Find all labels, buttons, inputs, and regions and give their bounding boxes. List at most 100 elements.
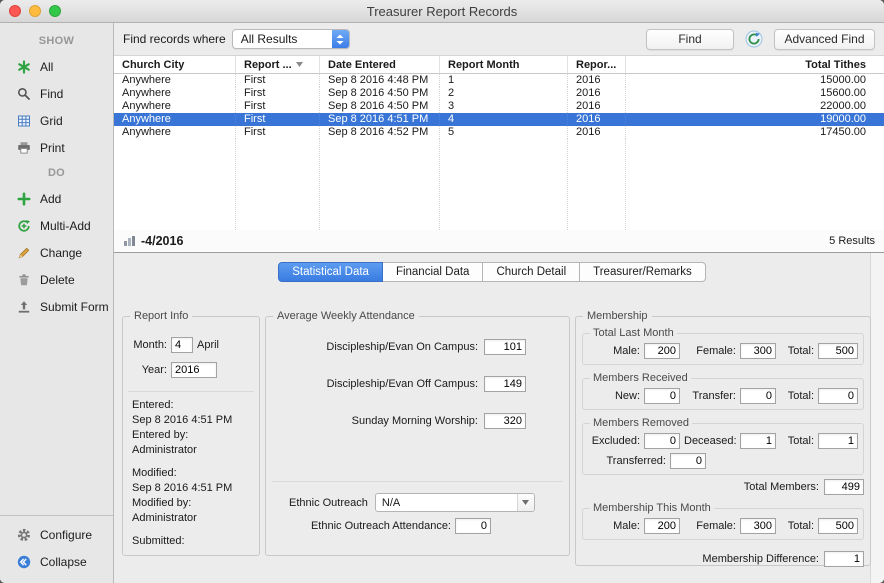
- new-label: New:: [588, 390, 640, 402]
- membership-legend: Membership: [583, 310, 652, 322]
- total-members-label: Total Members:: [744, 481, 819, 493]
- table-row[interactable]: Anywhere First Sep 8 2016 4:48 PM 1 2016…: [114, 74, 884, 87]
- refresh-icon[interactable]: [745, 30, 763, 48]
- transferred-input[interactable]: [670, 453, 706, 469]
- ethnic-outreach-dropdown[interactable]: N/A: [375, 493, 535, 512]
- tab-statistical-data[interactable]: Statistical Data: [278, 262, 383, 282]
- male-last-input[interactable]: [644, 343, 680, 359]
- table-row-selected[interactable]: Anywhere First Sep 8 2016 4:51 PM 4 2016…: [114, 113, 884, 126]
- new-input[interactable]: [644, 388, 680, 404]
- cell-report-year: 2016: [568, 74, 626, 87]
- membership-group: Membership Total Last Month Male: Female…: [575, 316, 871, 566]
- column-header-total-tithes[interactable]: Total Tithes: [626, 56, 884, 73]
- modified-by-label: Modified by:: [132, 496, 232, 511]
- dropdown-chevron-icon: [517, 494, 534, 511]
- column-header-date-entered[interactable]: Date Entered: [320, 56, 440, 73]
- male-month-input[interactable]: [644, 518, 680, 534]
- excluded-input[interactable]: [644, 433, 680, 449]
- sidebar-item-add[interactable]: Add: [0, 185, 113, 212]
- total-members-input[interactable]: [824, 479, 864, 495]
- ethnic-attendance-input[interactable]: [455, 518, 491, 534]
- cell-church-city: Anywhere: [114, 126, 236, 139]
- column-header-report-month[interactable]: Report Month: [440, 56, 568, 73]
- sidebar-item-label: Change: [40, 246, 82, 260]
- sunday-worship-input[interactable]: [484, 413, 526, 429]
- table-header: Church City Report ... Date Entered Repo…: [114, 56, 884, 74]
- traffic-lights: [9, 5, 61, 17]
- total-last-input[interactable]: [818, 343, 858, 359]
- sidebar-bottom: Configure Collapse: [0, 515, 113, 583]
- cell-report-year: 2016: [568, 100, 626, 113]
- off-campus-input[interactable]: [484, 376, 526, 392]
- records-table: Church City Report ... Date Entered Repo…: [114, 55, 884, 230]
- ethnic-attendance-label: Ethnic Outreach Attendance:: [266, 520, 451, 532]
- table-row[interactable]: Anywhere First Sep 8 2016 4:52 PM 5 2016…: [114, 126, 884, 139]
- cell-report: First: [236, 100, 320, 113]
- sidebar-item-all[interactable]: All: [0, 53, 113, 80]
- cell-date-entered: Sep 8 2016 4:50 PM: [320, 87, 440, 100]
- cell-total-tithes: 19000.00: [626, 113, 884, 126]
- close-button[interactable]: [9, 5, 21, 17]
- chevron-down-icon: [296, 62, 303, 67]
- deceased-input[interactable]: [740, 433, 776, 449]
- find-toolbar: Find records where All Results Find Adva…: [114, 23, 884, 55]
- sidebar-item-collapse[interactable]: Collapse: [0, 548, 113, 575]
- sidebar-item-print[interactable]: Print: [0, 134, 113, 161]
- total-last-month-legend: Total Last Month: [590, 327, 677, 339]
- cell-total-tithes: 15600.00: [626, 87, 884, 100]
- results-count: 5 Results: [829, 235, 875, 247]
- removed-total-input[interactable]: [818, 433, 858, 449]
- sidebar-item-delete[interactable]: Delete: [0, 266, 113, 293]
- minimize-button[interactable]: [29, 5, 41, 17]
- sidebar-item-multi-add[interactable]: Multi-Add: [0, 212, 113, 239]
- sidebar-item-configure[interactable]: Configure: [0, 521, 113, 548]
- attendance-legend: Average Weekly Attendance: [273, 310, 419, 322]
- membership-difference-input[interactable]: [824, 551, 864, 567]
- cell-date-entered: Sep 8 2016 4:48 PM: [320, 74, 440, 87]
- advanced-find-button[interactable]: Advanced Find: [774, 29, 875, 50]
- table-row[interactable]: Anywhere First Sep 8 2016 4:50 PM 2 2016…: [114, 87, 884, 100]
- sidebar-item-grid[interactable]: Grid: [0, 107, 113, 134]
- column-header-report[interactable]: Report ...: [236, 56, 320, 73]
- modified-label: Modified:: [132, 466, 232, 481]
- received-total-input[interactable]: [818, 388, 858, 404]
- members-removed-legend: Members Removed: [590, 417, 692, 429]
- tab-church-detail[interactable]: Church Detail: [483, 262, 580, 282]
- sidebar-item-find[interactable]: Find: [0, 80, 113, 107]
- year-input[interactable]: [171, 362, 217, 378]
- magnifier-icon: [17, 87, 31, 101]
- submit-form-icon: [17, 300, 31, 314]
- results-filter-dropdown[interactable]: All Results: [232, 29, 350, 49]
- column-header-church-city[interactable]: Church City: [114, 56, 236, 73]
- tab-treasurer-remarks[interactable]: Treasurer/Remarks: [580, 262, 706, 282]
- column-header-report-year[interactable]: Repor...: [568, 56, 626, 73]
- transfer-input[interactable]: [740, 388, 776, 404]
- sidebar-item-change[interactable]: Change: [0, 239, 113, 266]
- cell-total-tithes: 17450.00: [626, 126, 884, 139]
- female-last-input[interactable]: [740, 343, 776, 359]
- sidebar-item-label: Submit Form: [40, 300, 109, 314]
- zoom-button[interactable]: [49, 5, 61, 17]
- sidebar-item-submit-form[interactable]: Submit Form: [0, 293, 113, 320]
- report-info-legend: Report Info: [130, 310, 192, 322]
- trash-icon: [17, 273, 31, 287]
- sidebar-item-label: All: [40, 60, 53, 74]
- total-label: Total:: [780, 345, 814, 357]
- current-record-label: -4/2016: [141, 234, 183, 248]
- sunday-worship-label: Sunday Morning Worship:: [266, 415, 478, 427]
- on-campus-input[interactable]: [484, 339, 526, 355]
- total-month-input[interactable]: [818, 518, 858, 534]
- record-meta: Entered: Sep 8 2016 4:51 PM Entered by: …: [132, 398, 232, 549]
- vertical-scrollbar[interactable]: [870, 253, 884, 583]
- find-button[interactable]: Find: [646, 29, 734, 50]
- attendance-group: Average Weekly Attendance Discipleship/E…: [265, 316, 570, 556]
- table-row[interactable]: Anywhere First Sep 8 2016 4:50 PM 3 2016…: [114, 100, 884, 113]
- month-label: Month:: [127, 339, 167, 351]
- female-month-input[interactable]: [740, 518, 776, 534]
- month-input[interactable]: [171, 337, 193, 353]
- cell-church-city: Anywhere: [114, 113, 236, 126]
- total-label: Total:: [780, 390, 814, 402]
- plus-icon: [17, 192, 31, 206]
- tab-financial-data[interactable]: Financial Data: [383, 262, 484, 282]
- detail-panel: Statistical Data Financial Data Church D…: [114, 253, 884, 583]
